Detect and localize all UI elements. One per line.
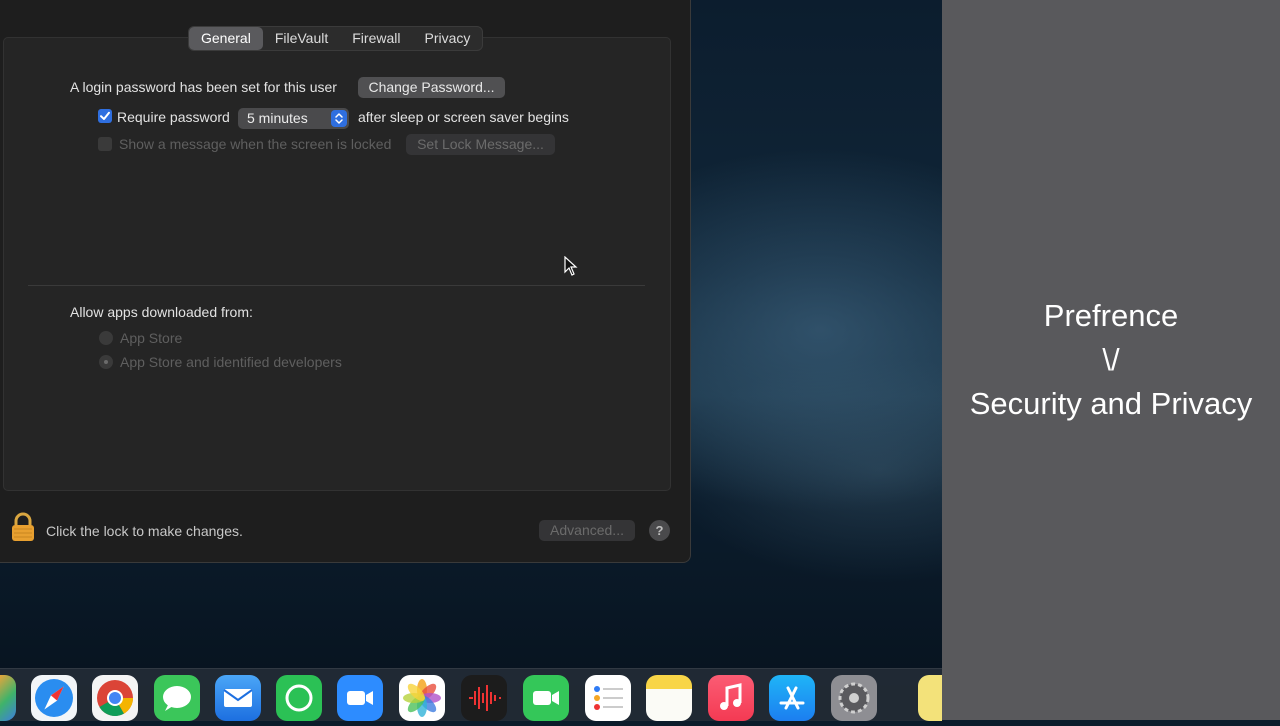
chevron-updown-icon: [331, 110, 347, 127]
radio-app-store-identified[interactable]: [99, 355, 113, 369]
caption-line-1: Prefrence: [1043, 298, 1179, 333]
after-sleep-text: after sleep or screen saver begins: [358, 109, 569, 125]
voice-memos-icon[interactable]: [461, 675, 507, 721]
security-privacy-window: General FileVault Firewall Privacy A log…: [0, 0, 691, 563]
messages-icon[interactable]: [154, 675, 200, 721]
radio-app-store[interactable]: [99, 331, 113, 345]
zoom-icon[interactable]: [337, 675, 383, 721]
mouse-pointer-icon: [564, 255, 578, 281]
tab-privacy[interactable]: Privacy: [412, 27, 482, 50]
password-interval-select[interactable]: 5 minutes: [238, 108, 349, 129]
launchpad-icon[interactable]: [0, 675, 16, 721]
caption-line-2: \/: [1102, 342, 1120, 377]
music-icon[interactable]: [708, 675, 754, 721]
photos-icon[interactable]: [399, 675, 445, 721]
tab-bar: General FileVault Firewall Privacy: [188, 26, 484, 51]
lock-icon[interactable]: [10, 512, 36, 547]
app-store-icon[interactable]: [769, 675, 815, 721]
tab-filevault[interactable]: FileVault: [263, 27, 340, 50]
change-password-button[interactable]: Change Password...: [358, 77, 505, 98]
set-lock-message-button[interactable]: Set Lock Message...: [406, 134, 555, 155]
tab-firewall[interactable]: Firewall: [340, 27, 412, 50]
notes-icon[interactable]: [646, 675, 692, 721]
divider: [28, 285, 645, 286]
whatsapp-icon[interactable]: [276, 675, 322, 721]
radio-app-store-label: App Store: [120, 330, 183, 346]
show-message-checkbox[interactable]: [98, 137, 112, 151]
mail-icon[interactable]: [215, 675, 261, 721]
checkmark-icon: [100, 111, 110, 120]
lock-message-text: Click the lock to make changes.: [46, 523, 243, 539]
caption-line-3: Security and Privacy: [969, 386, 1253, 421]
facetime-icon[interactable]: [523, 675, 569, 721]
allow-apps-label: Allow apps downloaded from:: [70, 304, 253, 320]
advanced-button[interactable]: Advanced...: [539, 520, 635, 541]
login-password-text: A login password has been set for this u…: [70, 79, 337, 95]
system-preferences-icon[interactable]: [831, 675, 877, 721]
reminders-icon[interactable]: [585, 675, 631, 721]
tab-general[interactable]: General: [189, 27, 263, 50]
stickies-icon[interactable]: [918, 675, 942, 721]
safari-icon[interactable]: [31, 675, 77, 721]
chrome-icon[interactable]: [92, 675, 138, 721]
dock: [0, 668, 942, 721]
password-interval-value: 5 minutes: [247, 110, 308, 126]
require-password-label: Require password: [117, 109, 230, 125]
radio-app-store-identified-label: App Store and identified developers: [120, 354, 342, 370]
require-password-checkbox[interactable]: [98, 109, 112, 123]
show-message-label: Show a message when the screen is locked: [119, 136, 392, 152]
help-button[interactable]: ?: [649, 520, 670, 541]
caption-panel: Prefrence \/ Security and Privacy: [942, 0, 1280, 720]
